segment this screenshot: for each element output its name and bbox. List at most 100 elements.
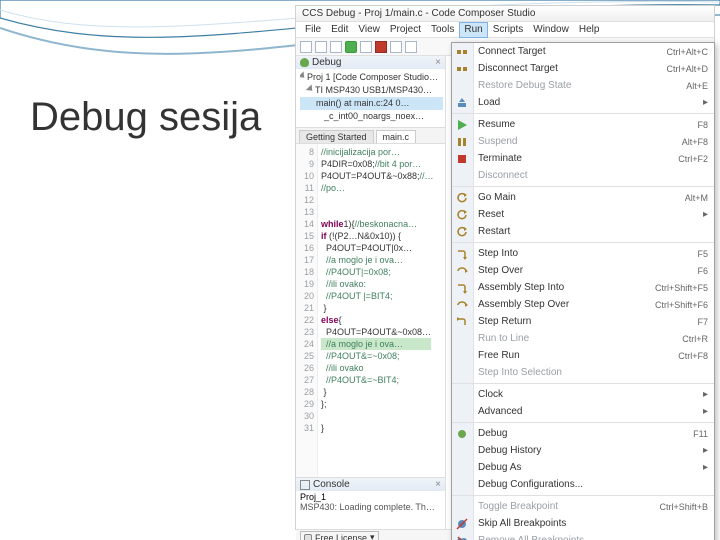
code-line[interactable]: }; bbox=[321, 398, 434, 410]
menu-item-reset[interactable]: Reset▸ bbox=[452, 206, 714, 223]
menu-item-connect-target[interactable]: Connect TargetCtrl+Alt+C bbox=[452, 43, 714, 60]
terminate-icon[interactable] bbox=[375, 41, 387, 53]
menu-item-debug-configurations-[interactable]: Debug Configurations... bbox=[452, 476, 714, 493]
code-line[interactable]: } bbox=[321, 386, 434, 398]
code-line[interactable]: P4OUT=P4OUT|0x… bbox=[321, 242, 434, 254]
build-icon[interactable] bbox=[330, 41, 342, 53]
close-icon[interactable]: × bbox=[435, 479, 441, 490]
menu-shortcut: Ctrl+F8 bbox=[678, 351, 708, 361]
stepreturn-icon bbox=[455, 315, 469, 329]
menu-item-resume[interactable]: ResumeF8 bbox=[452, 116, 714, 133]
code-line[interactable]: //P4OUT&=~0x08; bbox=[321, 350, 434, 362]
menu-item-label: Assembly Step Into bbox=[478, 282, 647, 293]
code-line[interactable]: //P4OUT |=BIT4; bbox=[321, 290, 434, 302]
debug-tree-row[interactable]: main() at main.c:24 0… bbox=[300, 97, 443, 110]
code-line[interactable]: //inicijalizacija por… bbox=[321, 146, 434, 158]
code-line[interactable]: if (!(P2…N&0x10)) { bbox=[321, 230, 434, 242]
menu-window[interactable]: Window bbox=[528, 22, 574, 38]
menu-item-step-return[interactable]: Step ReturnF7 bbox=[452, 313, 714, 330]
menu-item-label: Free Run bbox=[478, 350, 670, 361]
restart-icon bbox=[455, 225, 469, 239]
menu-item-debug-as[interactable]: Debug As▸ bbox=[452, 459, 714, 476]
menu-view[interactable]: View bbox=[353, 22, 385, 38]
menu-item-free-run[interactable]: Free Run Ctrl+F8 bbox=[452, 347, 714, 364]
debug-run-icon[interactable] bbox=[345, 41, 357, 53]
menu-file[interactable]: File bbox=[300, 22, 326, 38]
submenu-arrow-icon: ▸ bbox=[703, 406, 708, 417]
menu-shortcut: Ctrl+Alt+C bbox=[666, 47, 708, 57]
menu-help[interactable]: Help bbox=[574, 22, 605, 38]
menu-item-terminate[interactable]: TerminateCtrl+F2 bbox=[452, 150, 714, 167]
code-lines[interactable]: //inicijalizacija por…P4DIR=0x08;//bit 4… bbox=[318, 144, 434, 477]
menu-run[interactable]: Run bbox=[459, 22, 487, 38]
code-line[interactable]: } bbox=[321, 422, 434, 434]
debug-tree-row[interactable]: Proj 1 [Code Composer Studio… bbox=[300, 71, 443, 84]
menu-item-assembly-step-into[interactable]: Assembly Step IntoCtrl+Shift+F5 bbox=[452, 279, 714, 296]
save-icon[interactable] bbox=[315, 41, 327, 53]
menu-project[interactable]: Project bbox=[385, 22, 426, 38]
console-title: Console bbox=[313, 479, 350, 490]
code-line[interactable]: else{ bbox=[321, 314, 434, 326]
menu-item-debug-history[interactable]: Debug History▸ bbox=[452, 442, 714, 459]
menu-item-label: Go Main bbox=[478, 192, 677, 203]
menu-item-step-into[interactable]: Step IntoF5 bbox=[452, 245, 714, 262]
code-line[interactable]: P4OUT=P4OUT&~0x08… bbox=[321, 326, 434, 338]
menu-item-skip-all-breakpoints[interactable]: Skip All Breakpoints bbox=[452, 515, 714, 532]
menu-bar[interactable]: FileEditViewProjectToolsRunScriptsWindow… bbox=[296, 22, 714, 38]
menu-item-label: Disconnect Target bbox=[478, 63, 658, 74]
code-line[interactable]: } bbox=[321, 302, 434, 314]
code-line[interactable]: //a moglo je i ova… bbox=[321, 254, 434, 266]
debug-tree-row[interactable]: TI MSP430 USB1/MSP430… bbox=[300, 84, 443, 97]
code-line[interactable]: //ili ovako: bbox=[321, 278, 434, 290]
menu-shortcut: F8 bbox=[697, 120, 708, 130]
menu-item-advanced[interactable]: Advanced▸ bbox=[452, 403, 714, 420]
menu-item-restart[interactable]: Restart bbox=[452, 223, 714, 240]
debug-icon bbox=[455, 427, 469, 441]
menu-item-clock[interactable]: Clock▸ bbox=[452, 386, 714, 403]
code-line[interactable]: //P4OUT&=~BIT4; bbox=[321, 374, 434, 386]
debug-tree-row[interactable]: _c_int00_noargs_noex… bbox=[300, 110, 443, 123]
menu-item-debug[interactable]: DebugF11 bbox=[452, 425, 714, 442]
run-menu-dropdown[interactable]: Connect TargetCtrl+Alt+CDisconnect Targe… bbox=[451, 42, 715, 540]
menu-scripts[interactable]: Scripts bbox=[488, 22, 529, 38]
menu-item-disconnect: Disconnect bbox=[452, 167, 714, 184]
step-over-icon[interactable] bbox=[405, 41, 417, 53]
slide-title: Debug sesija bbox=[30, 95, 261, 140]
menu-shortcut: Ctrl+Shift+B bbox=[659, 502, 708, 512]
code-line[interactable]: //a moglo je i ova… bbox=[321, 338, 434, 350]
editor-tabs[interactable]: Getting Startedmain.c bbox=[296, 128, 445, 144]
code-line[interactable]: //po… bbox=[321, 182, 434, 194]
debug-tree[interactable]: Proj 1 [Code Composer Studio…TI MSP430 U… bbox=[296, 69, 445, 127]
step-into-icon[interactable] bbox=[390, 41, 402, 53]
license-indicator[interactable]: Free License ▾ bbox=[300, 531, 379, 540]
code-line[interactable] bbox=[321, 194, 434, 206]
menu-shortcut: Alt+F8 bbox=[682, 137, 708, 147]
code-line[interactable]: P4OUT=P4OUT&~0x88;//… bbox=[321, 170, 434, 182]
menu-item-run-to-line: Run to LineCtrl+R bbox=[452, 330, 714, 347]
menu-item-assembly-step-over[interactable]: Assembly Step OverCtrl+Shift+F6 bbox=[452, 296, 714, 313]
new-icon[interactable] bbox=[300, 41, 312, 53]
skipbp-icon bbox=[455, 517, 469, 531]
editor-tab[interactable]: main.c bbox=[376, 130, 417, 143]
submenu-arrow-icon: ▸ bbox=[703, 445, 708, 456]
menu-item-label: Step Return bbox=[478, 316, 689, 327]
code-line[interactable] bbox=[321, 206, 434, 218]
close-icon[interactable]: × bbox=[435, 57, 441, 68]
menu-item-step-over[interactable]: Step OverF6 bbox=[452, 262, 714, 279]
code-line[interactable]: //P4OUT|=0x08; bbox=[321, 266, 434, 278]
menu-item-load[interactable]: Load▸ bbox=[452, 94, 714, 111]
code-editor[interactable]: 8910111213141516171819202122232425262728… bbox=[296, 144, 445, 477]
menu-edit[interactable]: Edit bbox=[326, 22, 353, 38]
menu-item-label: Step Over bbox=[478, 265, 689, 276]
suspend-icon[interactable] bbox=[360, 41, 372, 53]
menu-item-disconnect-target[interactable]: Disconnect TargetCtrl+Alt+D bbox=[452, 60, 714, 77]
code-line[interactable]: P4DIR=0x08;//bit 4 por… bbox=[321, 158, 434, 170]
code-line[interactable] bbox=[321, 410, 434, 422]
gomain-icon bbox=[455, 191, 469, 205]
menu-tools[interactable]: Tools bbox=[426, 22, 459, 38]
editor-tab[interactable]: Getting Started bbox=[299, 130, 374, 143]
menu-item-go-main[interactable]: Go MainAlt+M bbox=[452, 189, 714, 206]
menu-item-label: Disconnect bbox=[478, 170, 708, 181]
code-line[interactable]: //ili ovako bbox=[321, 362, 434, 374]
code-line[interactable]: while1){//beskonacna… bbox=[321, 218, 434, 230]
